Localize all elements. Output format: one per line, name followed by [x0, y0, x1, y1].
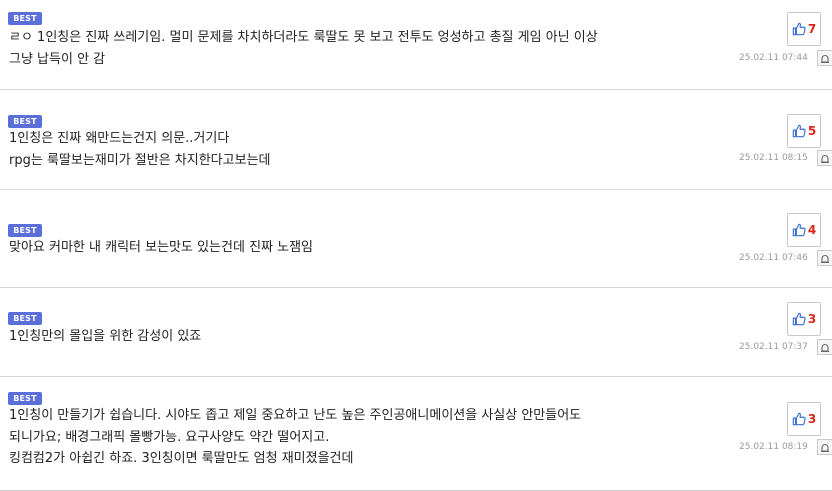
like-count: 3	[807, 312, 817, 326]
comment-date: 25.02.11 07:37	[739, 342, 808, 352]
siren-icon	[821, 54, 829, 63]
comment-line: 그냥 납득이 안 감	[9, 51, 106, 67]
best-badge: BEST	[8, 312, 42, 325]
best-badge: BEST	[8, 224, 42, 237]
thumbs-up-icon	[792, 22, 806, 36]
comment-date: 25.02.11 08:15	[739, 153, 808, 163]
siren-icon	[821, 443, 829, 452]
report-button[interactable]	[817, 439, 832, 455]
comment-line: rpg는 룩딸보는재미가 절반은 차지한다고보는데	[9, 152, 271, 168]
thumbs-up-icon	[792, 412, 806, 426]
comment-line: 1인칭만의 몰입을 위한 감성이 있죠	[9, 329, 202, 344]
best-badge: BEST	[8, 115, 42, 128]
like-button[interactable]: 3	[787, 402, 821, 436]
comment-text: 1인칭이 만들기가 쉽습니다. 시야도 좁고 제일 중요하고 난도 높은 주인공…	[9, 405, 712, 470]
comment-line: 1인칭이 만들기가 쉽습니다. 시야도 좁고 제일 중요하고 난도 높은 주인공…	[9, 408, 582, 423]
comment-text: ㄹㅇ 1인칭은 진짜 쓰레기임. 멀미 문제를 차치하더라도 룩딸도 못 보고 …	[9, 27, 712, 70]
comment-line: 킹컴컴2가 아쉽긴 하죠. 3인칭이면 룩딸만도 엄청 재미졌을건데	[9, 451, 354, 466]
like-button[interactable]: 5	[787, 114, 821, 148]
like-count: 4	[807, 223, 817, 237]
comment-row: BEST 1인칭이 만들기가 쉽습니다. 시야도 좁고 제일 중요하고 난도 높…	[0, 377, 832, 491]
report-button[interactable]	[817, 339, 832, 355]
thumbs-up-icon	[792, 312, 806, 326]
like-button[interactable]: 7	[787, 12, 821, 46]
best-badge: BEST	[8, 12, 42, 25]
report-button[interactable]	[817, 150, 832, 166]
siren-icon	[821, 343, 829, 352]
comment-text: 1인칭만의 몰입을 위한 감성이 있죠	[9, 326, 712, 348]
comment-line: 1인칭은 진짜 왜만드는건지 의문..거기다	[9, 131, 230, 146]
comment-text: 1인칭은 진짜 왜만드는건지 의문..거기다 rpg는 룩딸보는재미가 절반은 …	[9, 128, 712, 171]
comment-row: BEST 1인칭만의 몰입을 위한 감성이 있죠 3 25.02.11 07:3…	[0, 288, 832, 377]
comment-text: 맞아요 커마한 내 캐릭터 보는맛도 있는건데 진짜 노잼임	[9, 237, 712, 259]
report-button[interactable]	[817, 250, 832, 266]
comment-date: 25.02.11 08:19	[739, 442, 808, 452]
comment-row: BEST 맞아요 커마한 내 캐릭터 보는맛도 있는건데 진짜 노잼임 4 25…	[0, 190, 832, 288]
like-count: 7	[807, 22, 817, 36]
comment-line: 되니가요; 배경그래픽 몰빵가능. 요구사양도 약간 떨어지고.	[9, 429, 330, 445]
comment-row: BEST 1인칭은 진짜 왜만드는건지 의문..거기다 rpg는 룩딸보는재미가…	[0, 90, 832, 190]
like-button[interactable]: 4	[787, 213, 821, 247]
siren-icon	[821, 154, 829, 163]
like-button[interactable]: 3	[787, 302, 821, 336]
comment-row: BEST ㄹㅇ 1인칭은 진짜 쓰레기임. 멀미 문제를 차치하더라도 룩딸도 …	[0, 0, 832, 90]
comment-line: ㄹㅇ 1인칭은 진짜 쓰레기임. 멀미 문제를 차치하더라도 룩딸도 못 보고 …	[9, 30, 598, 45]
comment-line: 맞아요 커마한 내 캐릭터 보는맛도 있는건데 진짜 노잼임	[9, 240, 314, 255]
thumbs-up-icon	[792, 124, 806, 138]
report-button[interactable]	[817, 50, 832, 66]
best-badge: BEST	[8, 392, 42, 405]
best-comment-list: BEST ㄹㅇ 1인칭은 진짜 쓰레기임. 멀미 문제를 차치하더라도 룩딸도 …	[0, 0, 832, 491]
comment-date: 25.02.11 07:44	[739, 53, 808, 63]
like-count: 5	[807, 124, 817, 138]
like-count: 3	[807, 412, 817, 426]
comment-date: 25.02.11 07:46	[739, 253, 808, 263]
thumbs-up-icon	[792, 223, 806, 237]
siren-icon	[821, 254, 829, 263]
